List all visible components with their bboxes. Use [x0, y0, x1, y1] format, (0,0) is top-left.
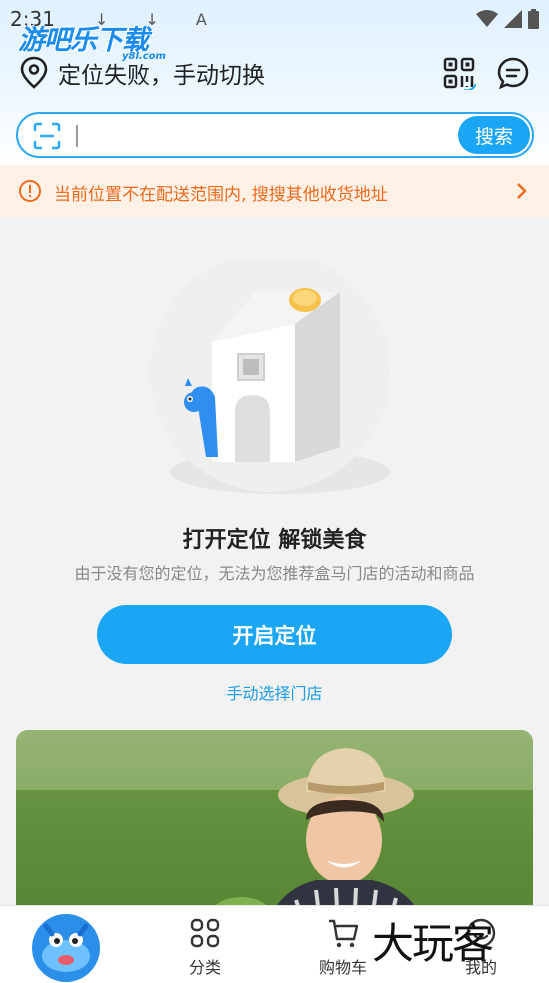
tab-category[interactable]: 分类 [170, 916, 240, 978]
location-header: 定位失败，手动切换 [0, 52, 549, 92]
enable-location-button[interactable]: 开启定位 [97, 605, 452, 664]
cart-icon [329, 919, 359, 948]
home-mascot-icon[interactable] [30, 912, 102, 983]
tab-cart[interactable]: 购物车 [308, 916, 378, 978]
location-pin-icon[interactable] [18, 56, 50, 90]
watermark-bottom: 大玩客 [372, 919, 494, 968]
battery-icon [528, 9, 539, 29]
milk-carton-illustration [150, 262, 390, 494]
signal-icon [504, 10, 522, 28]
tab-cart-label: 购物车 [318, 958, 367, 977]
manual-select-store-link[interactable]: 手动选择门店 [0, 680, 549, 704]
notice-text: 当前位置不在配送范围内, 搜搜其他收货地址 [54, 185, 388, 205]
location-switch-text[interactable]: 定位失败，手动切换 [58, 56, 265, 90]
delivery-notice[interactable]: 当前位置不在配送范围内, 搜搜其他收货地址 [0, 165, 549, 217]
scan-icon[interactable] [32, 121, 62, 151]
chevron-right-icon [517, 183, 527, 199]
search-bar[interactable]: 搜索 [16, 112, 534, 158]
banner-photo [16, 730, 533, 930]
empty-state-description: 由于没有您的定位，无法为您推荐盒马门店的活动和商品 [74, 564, 475, 583]
status-right-icons [476, 9, 539, 29]
info-icon [19, 180, 41, 202]
tab-category-label: 分类 [188, 958, 221, 977]
promo-banner-image[interactable] [16, 730, 533, 930]
empty-state-title: 打开定位 解锁美食 [182, 528, 367, 553]
wifi-icon [476, 10, 498, 27]
qr-code-icon[interactable] [442, 56, 476, 90]
category-icon [190, 918, 220, 948]
search-input[interactable] [76, 125, 78, 147]
search-button[interactable]: 搜索 [458, 116, 530, 154]
message-icon[interactable] [495, 55, 531, 91]
